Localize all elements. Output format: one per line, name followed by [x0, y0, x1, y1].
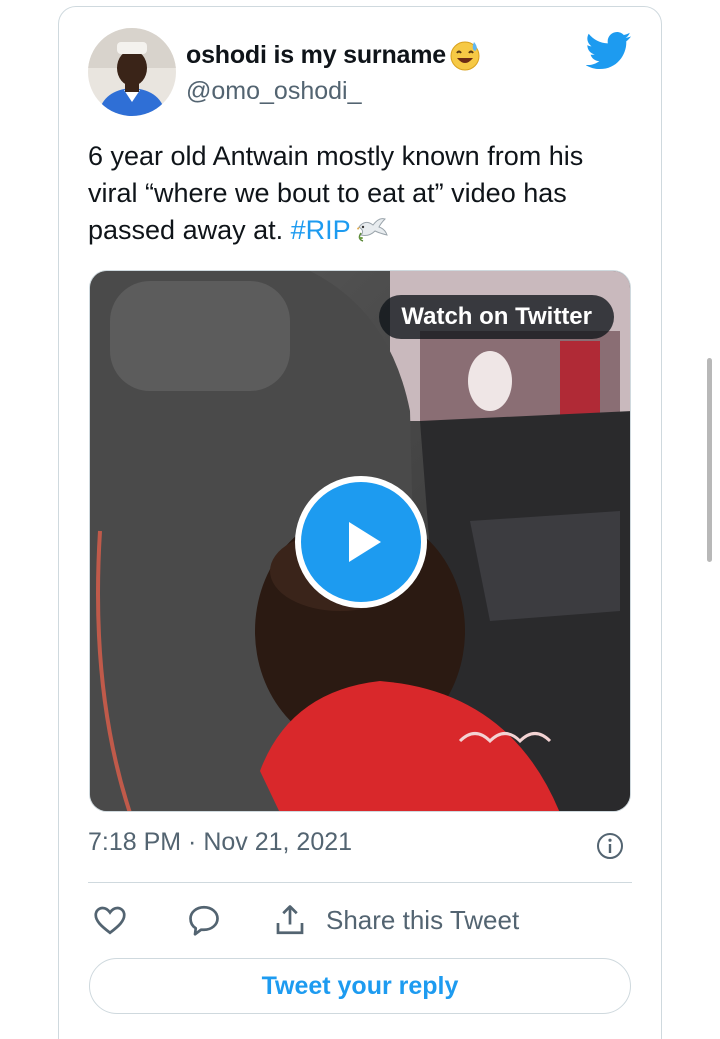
scrollbar[interactable]	[707, 358, 712, 562]
divider	[88, 882, 632, 883]
smiling-face-with-sweat-icon	[448, 38, 482, 72]
share-icon	[276, 905, 304, 935]
tweet-your-reply-button[interactable]: Tweet your reply	[89, 958, 631, 1014]
share-label: Share this Tweet	[326, 904, 520, 935]
like-button[interactable]	[92, 902, 128, 938]
watch-on-twitter-button[interactable]: Watch on Twitter	[379, 295, 614, 339]
video-thumbnail[interactable]: Watch on Twitter	[89, 270, 631, 812]
comment-icon	[189, 905, 219, 936]
author-display-name[interactable]: oshodi is my surname	[186, 38, 482, 72]
hashtag-link[interactable]: #RIP	[291, 215, 351, 245]
reply-button[interactable]	[186, 902, 222, 938]
author-handle[interactable]: @omo_oshodi_	[186, 77, 362, 106]
avatar[interactable]	[88, 28, 176, 116]
heart-icon	[94, 906, 126, 935]
twitter-bird-icon[interactable]	[585, 32, 632, 70]
play-icon[interactable]	[295, 476, 427, 608]
dove-icon	[355, 213, 389, 243]
tweet-timestamp[interactable]: 7:18 PM · Nov 21, 2021	[88, 828, 352, 857]
tweet-text: 6 year old Antwain mostly known from his…	[88, 138, 628, 249]
share-button[interactable]: Share this Tweet	[272, 900, 519, 940]
info-icon[interactable]	[596, 832, 624, 860]
